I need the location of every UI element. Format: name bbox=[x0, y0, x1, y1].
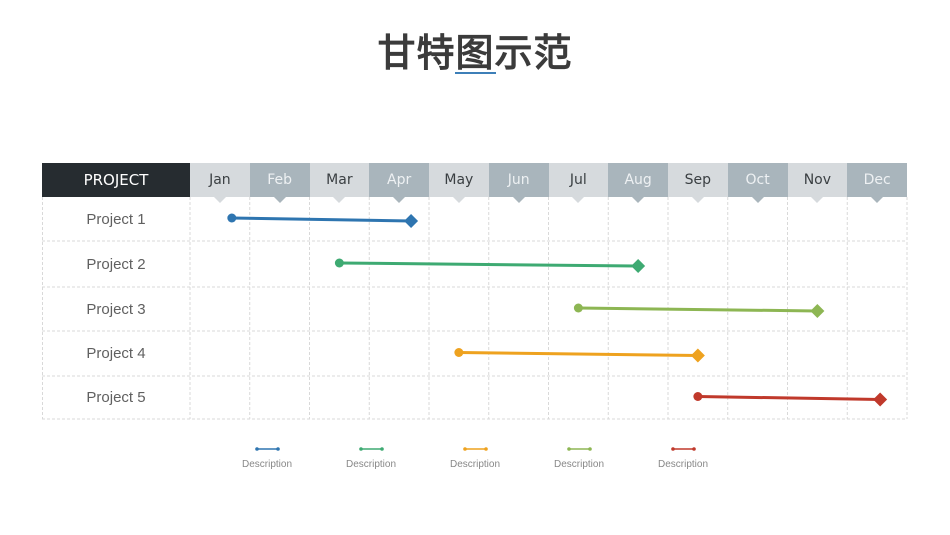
task-end-marker bbox=[631, 259, 646, 273]
legend-label: Description bbox=[345, 459, 397, 470]
legend-item: Description bbox=[534, 441, 624, 470]
task-end-marker bbox=[810, 304, 825, 318]
legend-label: Description bbox=[241, 459, 293, 470]
task-start-marker bbox=[227, 213, 237, 223]
task-start-marker bbox=[334, 258, 344, 268]
legend-swatch-icon bbox=[255, 447, 280, 451]
legend-label: Description bbox=[449, 459, 501, 470]
task-end-marker bbox=[690, 348, 705, 363]
legend-swatch-icon bbox=[671, 447, 696, 451]
legend-label: Description bbox=[657, 459, 709, 470]
legend-item: Description bbox=[638, 441, 728, 470]
legend-swatch-icon bbox=[567, 447, 592, 451]
task-bar bbox=[231, 216, 412, 223]
task-bar bbox=[458, 351, 698, 357]
legend-swatch-icon bbox=[463, 447, 488, 451]
legend-item: Description bbox=[326, 441, 416, 470]
task-bar bbox=[697, 395, 881, 401]
legend-swatch-icon bbox=[359, 447, 384, 451]
task-start-marker bbox=[454, 348, 464, 357]
task-start-marker bbox=[693, 392, 703, 401]
gantt-chart: PROJECT Jan Feb Mar Apr May Jun Jul Aug Sep Oct No… bbox=[0, 0, 950, 535]
task-bar bbox=[578, 306, 818, 313]
legend-item: Description bbox=[222, 441, 312, 470]
task-bar bbox=[339, 261, 639, 268]
task-start-marker bbox=[573, 303, 583, 313]
legend-label: Description bbox=[553, 459, 605, 470]
legend-item: Description bbox=[430, 441, 520, 470]
task-end-marker bbox=[404, 214, 419, 228]
task-end-marker bbox=[873, 392, 888, 407]
